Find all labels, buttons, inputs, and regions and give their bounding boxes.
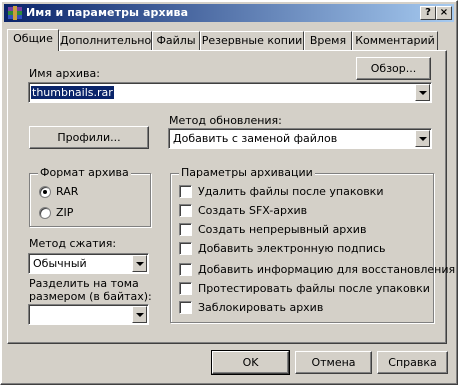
profiles-button[interactable]: Профили... xyxy=(29,126,149,149)
split-volumes-combobox[interactable] xyxy=(28,304,149,325)
option-recovery-label[interactable]: Добавить информацию для восстановления xyxy=(198,263,455,276)
archive-name-value[interactable]: thumbnails.rar xyxy=(31,86,114,99)
option-signature-checkbox[interactable] xyxy=(179,242,192,255)
close-caption-button[interactable]: × xyxy=(436,6,452,20)
option-delete-files-label[interactable]: Удалить файлы после упаковки xyxy=(198,185,383,198)
tab-backups[interactable]: Резервные копии xyxy=(200,31,304,50)
option-test-label[interactable]: Протестировать файлы после упаковки xyxy=(198,282,430,295)
option-sfx-checkbox[interactable] xyxy=(179,204,192,217)
option-solid-checkbox[interactable] xyxy=(179,223,192,236)
tab-time[interactable]: Время xyxy=(304,31,352,50)
update-method-select[interactable]: Добавить с заменой файлов xyxy=(168,128,432,149)
update-method-value: Добавить с заменой файлов xyxy=(173,132,338,145)
format-rar-radio[interactable] xyxy=(39,186,51,198)
ok-button[interactable]: OK xyxy=(211,350,290,375)
cancel-button[interactable]: Отмена xyxy=(295,351,372,374)
compression-value: Обычный xyxy=(33,257,87,270)
format-zip-label[interactable]: ZIP xyxy=(56,206,73,219)
option-delete-files-checkbox[interactable] xyxy=(179,185,192,198)
title-bar[interactable]: Имя и параметры архива ? × xyxy=(4,4,454,22)
option-test-checkbox[interactable] xyxy=(179,282,192,295)
compression-select[interactable]: Обычный xyxy=(28,253,149,274)
option-sfx-label[interactable]: Создать SFX-архив xyxy=(198,204,307,217)
split-volumes-label-line2: размером (в байтах): xyxy=(29,290,152,303)
tab-general[interactable]: Общие xyxy=(7,29,59,51)
archive-name-dropdown-arrow-icon[interactable] xyxy=(415,84,430,101)
split-volumes-dropdown-arrow-icon[interactable] xyxy=(132,306,147,323)
window-title: Имя и параметры архива xyxy=(26,6,189,19)
archive-format-group: Формат архива xyxy=(29,166,151,227)
option-solid-label[interactable]: Создать непрерывный архив xyxy=(198,223,366,236)
archive-options-title: Параметры архивации xyxy=(179,166,315,179)
archive-name-combobox[interactable]: thumbnails.rar xyxy=(28,82,432,103)
option-recovery-checkbox[interactable] xyxy=(179,263,192,276)
option-signature-label[interactable]: Добавить электронную подпись xyxy=(198,242,386,255)
archive-name-label: Имя архива: xyxy=(29,67,100,80)
help-caption-button[interactable]: ? xyxy=(420,6,436,20)
browse-button[interactable]: Обзор... xyxy=(356,57,431,80)
help-button[interactable]: Справка xyxy=(377,351,448,374)
format-rar-label[interactable]: RAR xyxy=(56,185,78,198)
tab-comment[interactable]: Комментарий xyxy=(352,31,438,50)
tab-files[interactable]: Файлы xyxy=(152,31,200,50)
option-lock-label[interactable]: Заблокировать архив xyxy=(198,301,323,314)
option-lock-checkbox[interactable] xyxy=(179,301,192,314)
winrar-app-icon xyxy=(8,6,22,20)
update-method-label: Метод обновления: xyxy=(169,114,282,127)
archive-format-title: Формат архива xyxy=(38,166,131,179)
format-zip-radio[interactable] xyxy=(39,207,51,219)
split-volumes-label-line1: Разделить на тома xyxy=(29,277,139,290)
compression-dropdown-arrow-icon[interactable] xyxy=(132,255,147,272)
compression-label: Метод сжатия: xyxy=(29,237,117,250)
update-method-dropdown-arrow-icon[interactable] xyxy=(415,130,430,147)
archive-dialog: Имя и параметры архива ? × Общие Дополни… xyxy=(0,0,458,385)
tab-advanced[interactable]: Дополнительно xyxy=(59,31,152,50)
